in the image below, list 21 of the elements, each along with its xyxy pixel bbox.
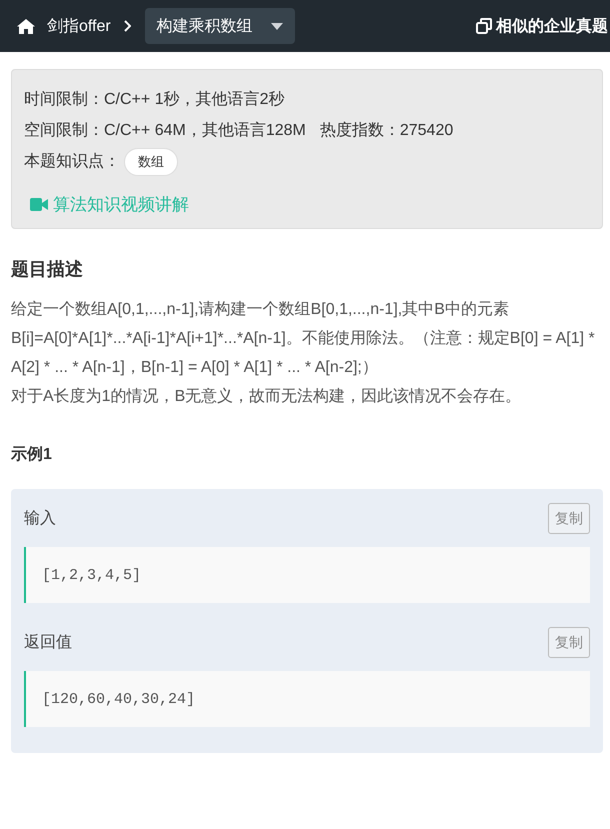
code-block: [1,2,3,4,5] (24, 547, 590, 603)
chevron-right-icon (124, 20, 131, 32)
description-paragraph: 给定一个数组A[0,1,...,n-1],请构建一个数组B[0,1,...,n-1],其中B中的元素B[i]=A[0]*A[1]*...*A[i-1]*A[i+1]*...*A[n-1]。不能使用除法。（注意：规定B[0] = A[1] * A[2] * ... * A[n-1]，B[n-1] = A[0] * A[1] * ... * A[n-2];） (11, 300, 596, 378)
caret-down-icon (270, 22, 283, 30)
space-limit-text: 空间限制：C/C++ 64M，其他语言128M (24, 120, 306, 141)
popularity-text: 热度指数：275420 (320, 120, 454, 141)
knowledge-label: 本题知识点： (24, 152, 120, 172)
video-camera-icon (30, 198, 48, 211)
copy-icon (476, 18, 492, 34)
time-limit-text: 时间限制：C/C++ 1秒，其他语言2秒 (24, 90, 284, 110)
example-label: 输入 (24, 508, 56, 529)
home-icon[interactable] (17, 18, 35, 34)
topic-tag[interactable]: 数组 (124, 148, 178, 176)
example-heading: 示例1 (11, 445, 53, 465)
similar-questions-link[interactable]: 相似的企业真题 (476, 16, 610, 36)
section-heading: 题目描述 (11, 258, 84, 281)
example-label: 返回值 (24, 632, 72, 653)
breadcrumb-link[interactable]: 剑指offer (47, 16, 111, 36)
description-paragraph: 对于A长度为1的情况，B无意义，故而无法构建，因此该情况不会存在。 (11, 386, 522, 407)
problem-dropdown[interactable]: 构建乘积数组 (144, 8, 295, 44)
code-block: [120,60,40,30,24] (24, 671, 590, 727)
